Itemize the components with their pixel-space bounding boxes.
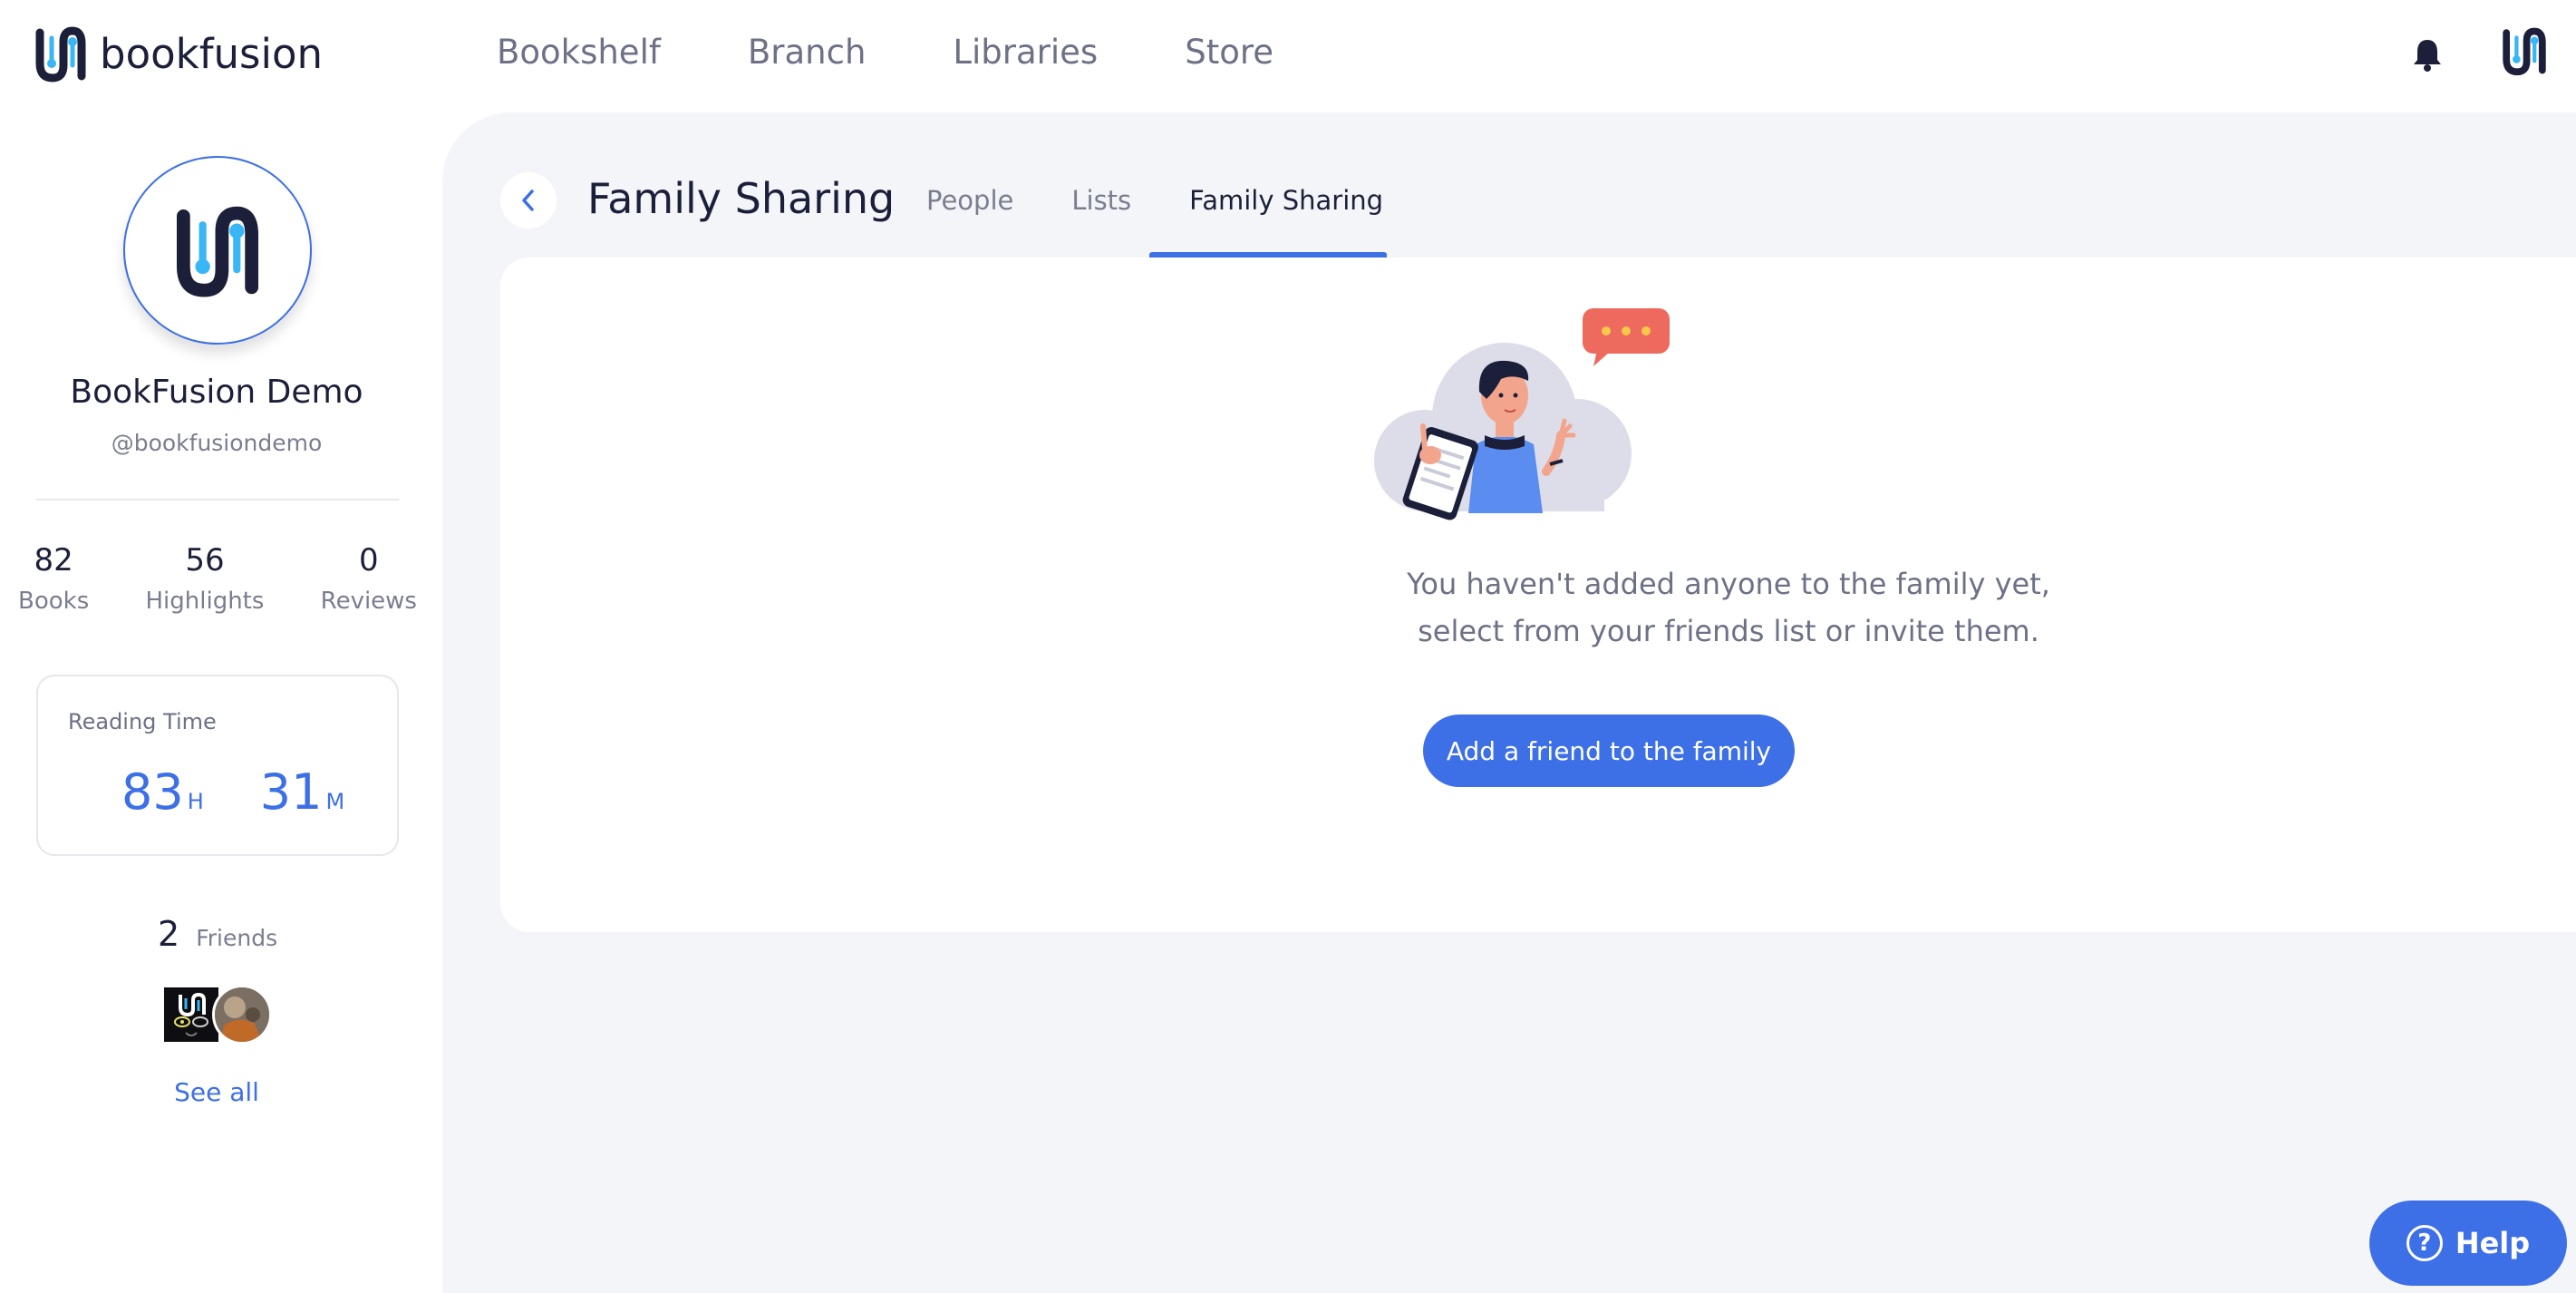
help-label: Help xyxy=(2455,1226,2531,1260)
empty-state-message: You haven't added anyone to the family y… xyxy=(1026,560,2431,655)
bell-icon[interactable] xyxy=(2411,36,2444,76)
stat-highlights-label: Highlights xyxy=(145,588,265,615)
reading-minutes: 31 xyxy=(259,763,323,821)
profile-name: BookFusion Demo xyxy=(70,374,363,411)
page-title: Family Sharing xyxy=(587,174,896,223)
friend-avatars xyxy=(161,985,272,1045)
stat-books-value: 82 xyxy=(34,542,73,578)
user-avatar[interactable] xyxy=(2502,24,2547,82)
stat-reviews-label: Reviews xyxy=(320,588,417,615)
profile-handle: @bookfusiondemo xyxy=(111,430,323,456)
reading-time-title: Reading Time xyxy=(68,709,217,734)
profile-avatar[interactable] xyxy=(123,156,312,345)
tab-lists[interactable]: Lists xyxy=(1071,185,1131,216)
nav-bookshelf[interactable]: Bookshelf xyxy=(497,33,661,72)
family-sharing-card: You haven't added anyone to the family y… xyxy=(500,258,2576,932)
nav-branch[interactable]: Branch xyxy=(748,33,867,72)
reading-hours: 83 xyxy=(121,763,184,821)
stat-reviews-value: 0 xyxy=(359,542,379,578)
friends-count: 2 xyxy=(158,914,180,954)
chevron-left-icon xyxy=(522,190,534,211)
friend-avatar[interactable] xyxy=(212,985,272,1045)
top-navigation-bar: bookfusion Bookshelf Branch Libraries St… xyxy=(0,0,2576,112)
nav-libraries[interactable]: Libraries xyxy=(953,33,1098,72)
section-tabs: People Lists Family Sharing xyxy=(926,185,1441,216)
friends-summary: 2 Friends xyxy=(158,914,277,954)
question-circle-icon: ? xyxy=(2406,1225,2443,1261)
see-all-friends-link[interactable]: See all xyxy=(0,1077,433,1107)
back-button[interactable] xyxy=(500,172,557,228)
stat-highlights[interactable]: 56 Highlights xyxy=(146,542,265,615)
help-button[interactable]: ? Help xyxy=(2369,1201,2567,1286)
main-content: Family Sharing People Lists Family Shari… xyxy=(442,112,2576,1293)
profile-stats: 82 Books 56 Highlights 0 Reviews xyxy=(18,542,417,615)
logo-text: bookfusion xyxy=(100,29,324,78)
reading-minutes-unit: M xyxy=(325,789,345,814)
profile-sidebar: BookFusion Demo @bookfusiondemo 82 Books… xyxy=(0,112,442,1293)
tab-people[interactable]: People xyxy=(926,185,1013,216)
tab-family-sharing[interactable]: Family Sharing xyxy=(1189,185,1383,216)
empty-state-illustration xyxy=(1369,308,1677,535)
main-nav: Bookshelf Branch Libraries Store xyxy=(497,33,1361,72)
stat-books-label: Books xyxy=(18,588,90,615)
nav-store[interactable]: Store xyxy=(1185,33,1273,72)
bookfusion-avatar-icon xyxy=(176,206,258,297)
bookfusion-logo[interactable]: bookfusion xyxy=(34,24,323,83)
friends-label: Friends xyxy=(196,925,278,951)
logo-icon xyxy=(35,26,86,83)
stat-reviews[interactable]: 0 Reviews xyxy=(321,542,417,615)
reading-hours-unit: H xyxy=(187,789,204,814)
empty-state-line-2: select from your friends list or invite … xyxy=(1418,614,2039,648)
reading-time-values: 83 H 31 M xyxy=(121,763,401,821)
stat-highlights-value: 56 xyxy=(185,542,225,578)
stat-books[interactable]: 82 Books xyxy=(18,542,89,615)
reading-time-card: Reading Time 83 H 31 M xyxy=(36,675,399,856)
empty-state-line-1: You haven't added anyone to the family y… xyxy=(1407,567,2050,601)
add-friend-to-family-button[interactable]: Add a friend to the family xyxy=(1423,715,1795,787)
sidebar-divider xyxy=(36,499,399,501)
